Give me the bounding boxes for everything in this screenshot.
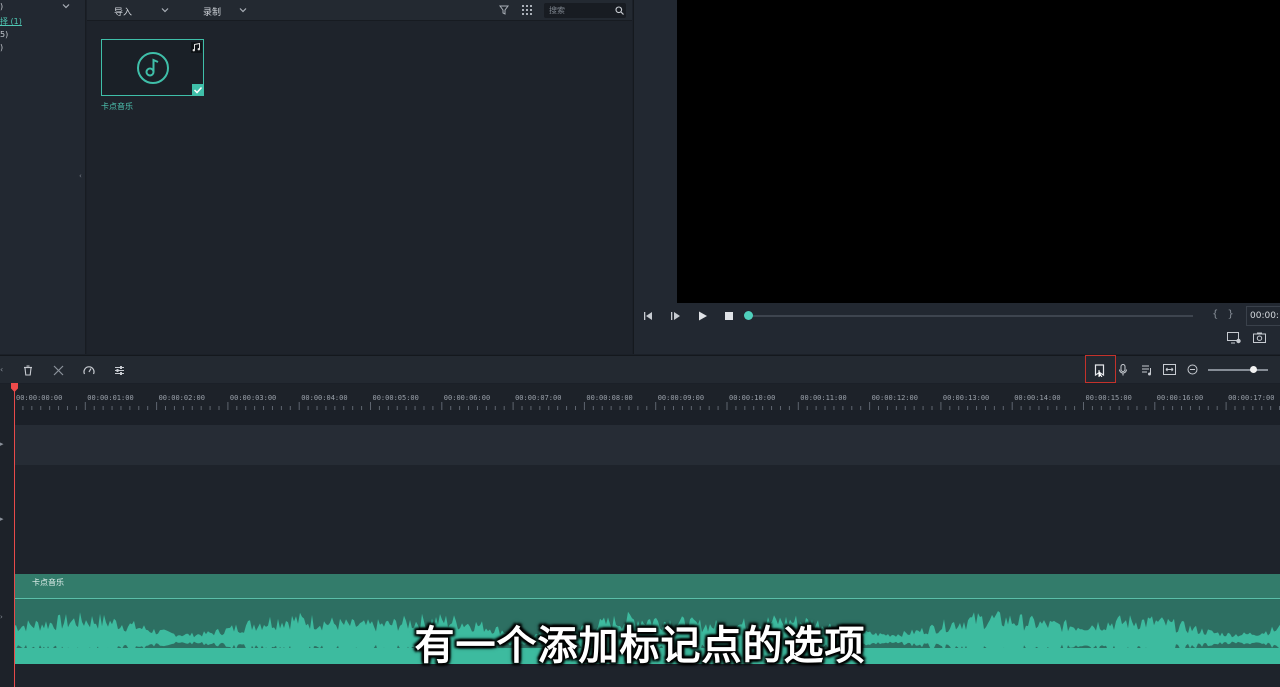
video-subtitle: 有一个添加标记点的选项 (414, 623, 866, 669)
preview-panel: { } 00:00: (633, 0, 1280, 354)
collapse-panel-icon[interactable]: ‹ (79, 172, 82, 180)
checkmark-icon (192, 84, 204, 96)
video-track-2[interactable] (14, 465, 1280, 574)
ruler-time-label: 00:00:14:00 (1014, 394, 1061, 402)
preview-screen (677, 0, 1280, 303)
music-note-icon (136, 51, 170, 85)
timeline-ruler[interactable]: 00:00:00:00 00:00:01:00 00:00:02:00 00:00:0… (14, 384, 1280, 410)
ruler-time-label: 00:00:15:00 (1085, 394, 1132, 402)
search-input[interactable] (549, 5, 609, 16)
zoom-slider[interactable] (1208, 369, 1268, 371)
ruler-time-label: 00:00:10:00 (729, 394, 776, 402)
display-settings-icon[interactable] (1227, 332, 1241, 344)
speed-icon[interactable] (83, 365, 95, 375)
track-toggle-icon[interactable]: ▸ (0, 515, 4, 523)
media-thumbnail[interactable] (101, 39, 204, 96)
track-toggle-icon[interactable]: ▸ (0, 440, 4, 448)
mark-in-out-icon[interactable]: { } (1212, 309, 1237, 320)
ruler-time-label: 00:00:01:00 (87, 394, 134, 402)
ruler-time-label: 00:00:13:00 (942, 394, 990, 402)
timecode-display: 00:00: (1246, 306, 1280, 326)
adjust-settings-icon[interactable] (114, 365, 125, 376)
media-library-panel: 导入 录制 搜索 卡点音乐 (87, 0, 632, 354)
import-button[interactable]: 导入 (114, 5, 132, 18)
audio-type-icon (191, 42, 202, 53)
stop-icon[interactable] (724, 311, 734, 321)
delete-icon[interactable] (23, 365, 33, 376)
ruler-time-label: 00:00:05:00 (372, 394, 419, 402)
undo-partial-icon[interactable]: ‹ (0, 365, 3, 374)
chevron-down-icon[interactable] (239, 6, 247, 14)
record-button[interactable]: 录制 (203, 5, 221, 18)
previous-frame-icon[interactable] (643, 311, 655, 321)
audio-clip-header: 卡点音乐 (14, 574, 1280, 599)
snapshot-camera-icon[interactable] (1253, 332, 1266, 343)
cut-icon[interactable] (53, 365, 64, 376)
sidebar-item[interactable]: ) (0, 2, 3, 11)
ruler-time-label: 00:00:09:00 (657, 394, 705, 402)
media-toolbar: 导入 录制 (87, 0, 632, 21)
audio-clip-name: 卡点音乐 (32, 578, 64, 587)
ruler-time-label: 00:00:03:00 (229, 394, 277, 402)
zoom-slider-handle[interactable] (1250, 366, 1257, 373)
audio-mixer-icon[interactable] (1141, 364, 1153, 376)
ruler-time-label: 00:00:17:00 (1228, 394, 1275, 402)
ruler-time-label: 00:00:16:00 (1156, 394, 1204, 402)
chevron-down-icon[interactable] (161, 6, 169, 14)
search-box (544, 3, 626, 18)
ruler-time-label: 00:00:02:00 (158, 394, 205, 402)
ruler-time-label: 00:00:07:00 (515, 394, 562, 402)
video-track-1[interactable] (14, 425, 1280, 465)
chevron-down-icon[interactable] (62, 2, 70, 10)
media-item-name: 卡点音乐 (101, 102, 133, 111)
filter-icon[interactable] (499, 5, 509, 15)
ruler-time-label: 00:00:08:00 (586, 394, 633, 402)
grid-view-icon[interactable] (522, 5, 532, 15)
ruler-time-label: 00:00:06:00 (443, 394, 491, 402)
fit-timeline-icon[interactable] (1163, 364, 1176, 375)
play-frame-icon[interactable] (670, 311, 682, 321)
scrub-handle[interactable] (744, 311, 753, 320)
search-icon[interactable] (615, 6, 624, 15)
microphone-icon[interactable] (1118, 364, 1128, 376)
ruler-time-label: 00:00:11:00 (800, 394, 847, 402)
sidebar-item[interactable]: 5) (0, 30, 8, 39)
sidebar-item[interactable]: ) (0, 43, 3, 52)
ruler-time-label: 00:00:12:00 (871, 394, 918, 402)
ruler-time-label: 00:00:00:00 (16, 394, 63, 402)
zoom-out-icon[interactable] (1187, 364, 1198, 375)
ruler-time-label: 00:00:04:00 (301, 394, 348, 402)
marker-button-highlight (1085, 355, 1116, 383)
folder-sidebar: ) 择 (1) 5) ) ‹ (0, 0, 86, 354)
scrub-bar[interactable] (748, 315, 1193, 317)
sidebar-item-selected[interactable]: 择 (1) (0, 16, 22, 27)
play-icon[interactable] (698, 311, 708, 321)
